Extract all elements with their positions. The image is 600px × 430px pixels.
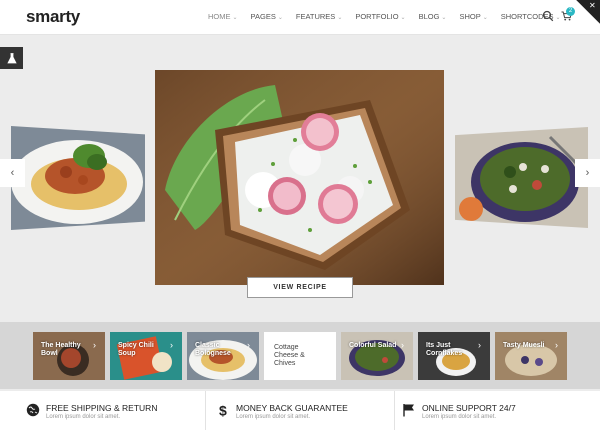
- thumbnail-item[interactable]: Spicy Chili Soup ›: [110, 332, 182, 380]
- thumbnail-label: Its Just Cornflakes: [426, 342, 463, 357]
- feature-shipping: FREE SHIPPING & RETURN Lorem ipsum dolor…: [26, 391, 196, 430]
- chevron-right-icon: ›: [170, 340, 173, 350]
- chevron-right-icon: ›: [555, 340, 558, 350]
- divider: [205, 391, 206, 430]
- thumbnail-label: Spicy Chili Soup: [118, 342, 154, 357]
- flag-icon: [403, 404, 414, 417]
- feature-subtitle: Lorem ipsum dolor sit amet.: [46, 414, 121, 420]
- features-bar: FREE SHIPPING & RETURN Lorem ipsum dolor…: [0, 391, 600, 430]
- chevron-right-icon: ›: [478, 340, 481, 350]
- site-header: smarty HOME ⌄ PAGES ⌄ FEATURES ⌄ PORTFOLIO ⌄…: [0, 0, 600, 35]
- flask-icon: [6, 52, 17, 63]
- chevron-right-icon: ›: [585, 167, 590, 179]
- nav-item-features[interactable]: FEATURES ⌄: [296, 12, 342, 21]
- nav-item-blog[interactable]: BLOG ⌄: [419, 12, 447, 21]
- search-icon[interactable]: [542, 10, 554, 22]
- chevron-right-icon: ›: [247, 340, 250, 350]
- dollar-icon: $: [219, 403, 227, 417]
- feature-subtitle: Lorem ipsum dolor sit amet.: [422, 414, 497, 420]
- slide-main-image[interactable]: [155, 70, 444, 285]
- main-nav: HOME ⌄ PAGES ⌄ FEATURES ⌄ PORTFOLIO ⌄ BLOG ⌄ …: [208, 12, 574, 21]
- thumbnail-label: Classic Bolognese: [195, 342, 231, 357]
- cart-count-badge: 2: [566, 7, 575, 16]
- chevron-down-icon: ⌄: [337, 15, 343, 21]
- chevron-down-icon: ⌄: [232, 15, 238, 21]
- thumbnail-item[interactable]: The Healthy Bowl ›: [33, 332, 105, 380]
- feature-subtitle: Lorem ipsum dolor sit amet.: [236, 414, 311, 420]
- slide-next-image[interactable]: [455, 127, 588, 228]
- thumbnail-label: Tasty Muesli: [503, 342, 545, 349]
- thumbnail-item[interactable]: Classic Bolognese ›: [187, 332, 259, 380]
- globe-icon: [26, 403, 40, 417]
- thumbnail-item[interactable]: Its Just Cornflakes ›: [418, 332, 490, 380]
- demo-switcher-button[interactable]: [0, 47, 23, 69]
- chevron-down-icon: ⌄: [277, 15, 283, 21]
- feature-title: FREE SHIPPING & RETURN: [46, 403, 158, 413]
- feature-guarantee: $ MONEY BACK GUARANTEE Lorem ipsum dolor…: [216, 391, 386, 430]
- thumbnail-label: The Healthy Bowl: [41, 342, 81, 357]
- nav-item-shop[interactable]: SHOP ⌄: [459, 12, 487, 21]
- chevron-left-icon: ‹: [10, 167, 15, 179]
- svg-text:$: $: [219, 403, 227, 417]
- chevron-down-icon: ⌄: [441, 15, 447, 21]
- chevron-right-icon: ›: [401, 340, 404, 350]
- chevron-down-icon: ⌄: [400, 15, 406, 21]
- divider: [394, 391, 395, 430]
- thumbnail-label: Colorful Salad: [349, 342, 397, 349]
- thumbnail-item[interactable]: Tasty Muesli ›: [495, 332, 567, 380]
- slide-prev-image[interactable]: [11, 126, 145, 230]
- thumbnail-label: Cottage Cheese & Chives: [274, 344, 305, 367]
- feature-title: MONEY BACK GUARANTEE: [236, 403, 348, 413]
- thumbnail-item-active[interactable]: Cottage Cheese & Chives: [264, 332, 336, 380]
- feature-support: ONLINE SUPPORT 24/7 Lorem ipsum dolor si…: [402, 391, 572, 430]
- nav-item-portfolio[interactable]: PORTFOLIO ⌄: [355, 12, 405, 21]
- nav-item-pages[interactable]: PAGES ⌄: [251, 12, 283, 21]
- chevron-down-icon: ⌄: [555, 15, 561, 21]
- slider-prev-button[interactable]: ‹: [0, 159, 25, 187]
- feature-title: ONLINE SUPPORT 24/7: [422, 403, 516, 413]
- view-recipe-button[interactable]: VIEW RECIPE: [247, 277, 353, 298]
- thumbnail-item[interactable]: Colorful Salad ›: [341, 332, 413, 380]
- chevron-down-icon: ⌄: [482, 15, 488, 21]
- slider-next-button[interactable]: ›: [575, 159, 600, 187]
- nav-item-home[interactable]: HOME ⌄: [208, 12, 238, 21]
- chevron-right-icon: ›: [93, 340, 96, 350]
- close-icon[interactable]: ✕: [589, 1, 596, 10]
- site-logo[interactable]: smarty: [26, 7, 80, 27]
